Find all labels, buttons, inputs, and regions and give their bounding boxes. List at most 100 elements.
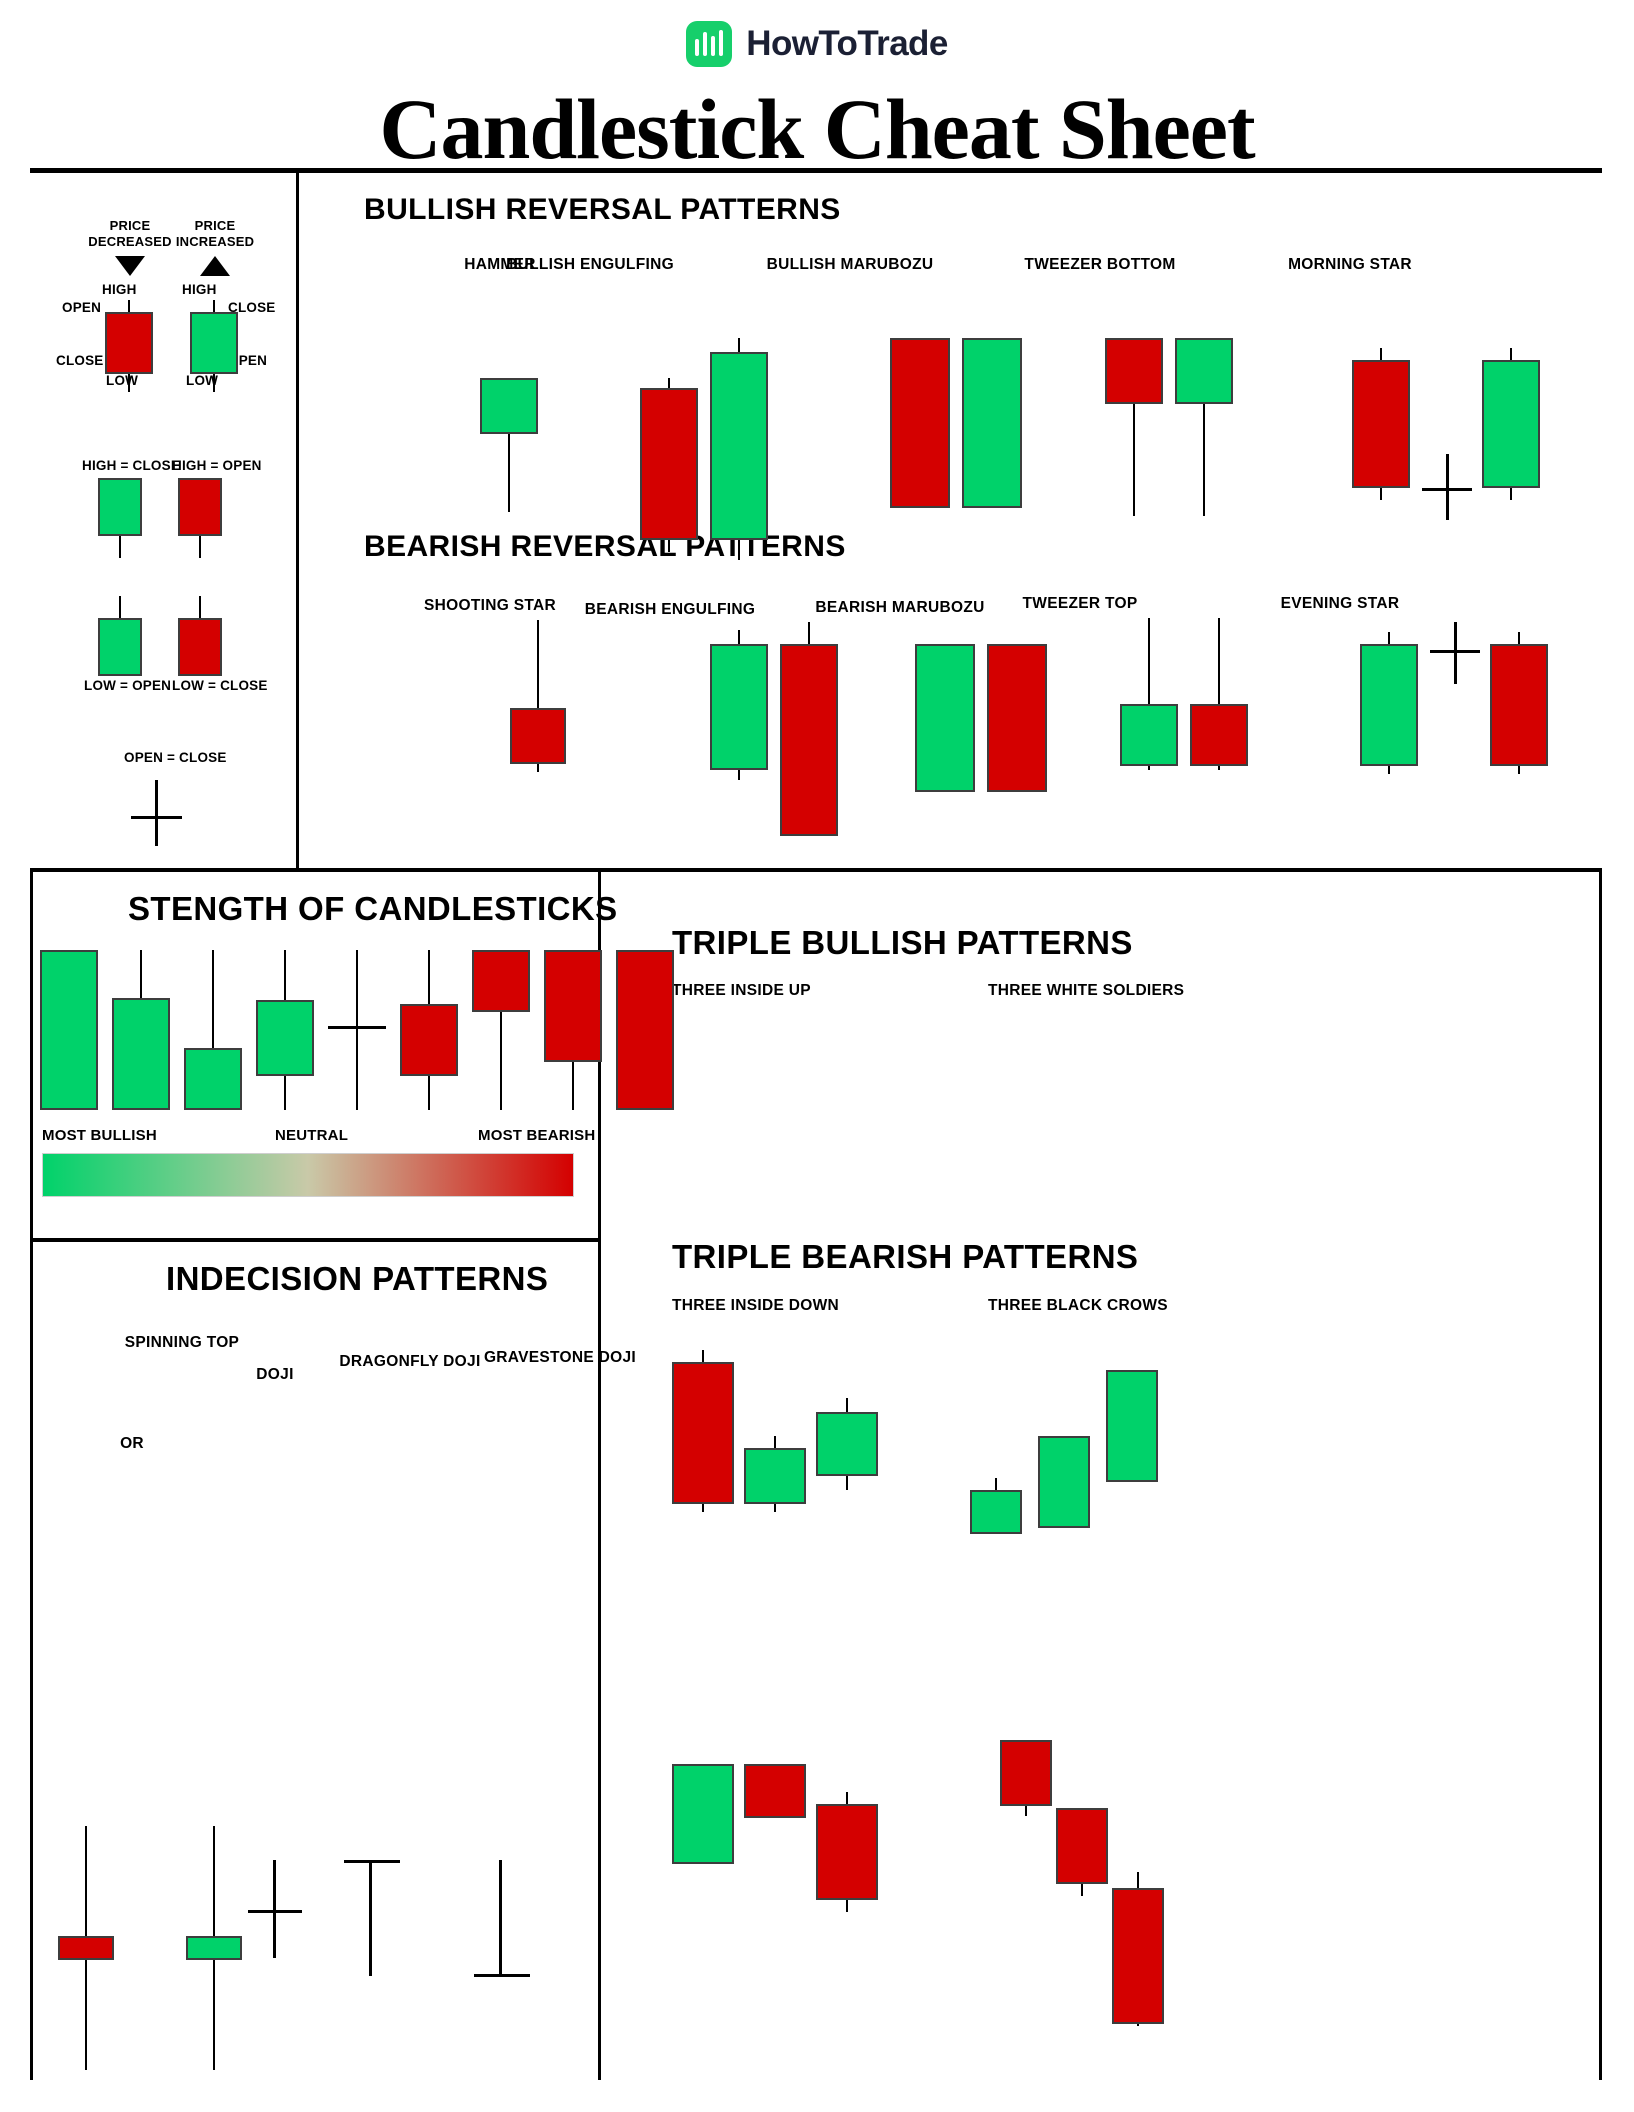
section-title-bullish-reversal: BULLISH REVERSAL PATTERNS bbox=[364, 193, 841, 226]
candle-body-bullish bbox=[915, 644, 975, 792]
section-title-bearish-reversal: BEARISH REVERSAL PATTERNS bbox=[364, 530, 846, 563]
candle-body-bearish bbox=[544, 950, 602, 1062]
doji-cross-horizontal bbox=[344, 1860, 400, 1863]
legend-low-eq-close: LOW = CLOSE bbox=[172, 678, 268, 693]
candle-body-bearish bbox=[890, 338, 950, 508]
doji-cross-vertical bbox=[273, 1860, 276, 1958]
pattern-label-three-inside-down: THREE INSIDE DOWN bbox=[672, 1297, 839, 1314]
candle-body-bearish bbox=[1000, 1740, 1052, 1806]
pattern-label-morning-star: MORNING STAR bbox=[1288, 256, 1412, 273]
candle-body-bullish bbox=[1175, 338, 1233, 404]
candle-body-bullish bbox=[1120, 704, 1178, 766]
frame-right-edge bbox=[1599, 872, 1602, 2080]
candle-body-bullish bbox=[744, 1448, 806, 1504]
brand-name: HowToTrade bbox=[746, 24, 948, 63]
candle-body-bullish bbox=[184, 1048, 242, 1110]
candle-body-bullish bbox=[98, 478, 142, 536]
pattern-label-three-white-soldiers: THREE WHITE SOLDIERS bbox=[988, 982, 1185, 999]
candle-body-bearish bbox=[1112, 1888, 1164, 2024]
candle-body-bullish bbox=[672, 1764, 734, 1864]
candle-body-bullish bbox=[480, 378, 538, 434]
legend-bull-high: HIGH bbox=[182, 282, 217, 297]
candle-body-bearish bbox=[816, 1804, 878, 1900]
candle-body-bullish bbox=[1038, 1436, 1090, 1528]
doji-cross-horizontal bbox=[1430, 650, 1480, 653]
candle-body-bearish bbox=[178, 478, 222, 536]
pattern-label-three-black-crows: THREE BLACK CROWS bbox=[988, 1297, 1168, 1314]
legend-high-eq-open: HIGH = OPEN bbox=[172, 458, 262, 473]
legend-low-eq-open: LOW = OPEN bbox=[84, 678, 172, 693]
section-title-triple-bullish: TRIPLE BULLISH PATTERNS bbox=[672, 924, 1133, 961]
doji-cross-vertical bbox=[369, 1860, 372, 1976]
candle-wick bbox=[356, 950, 358, 1110]
legend-pd-line1: PRICE bbox=[109, 218, 151, 233]
doji-cross-vertical bbox=[155, 780, 158, 846]
pattern-label-spinning-top: SPINNING TOP bbox=[124, 1334, 240, 1351]
candle-body-bearish bbox=[58, 1936, 114, 1960]
divider-left-column bbox=[296, 173, 299, 871]
doji-cross-vertical bbox=[1446, 454, 1449, 520]
candle-body-bearish bbox=[1190, 704, 1248, 766]
candle-body-bullish bbox=[1360, 644, 1418, 766]
triangle-down-icon bbox=[115, 256, 145, 276]
doji-cross-horizontal bbox=[248, 1910, 302, 1913]
legend-bear-high: HIGH bbox=[102, 282, 137, 297]
candle-body-bullish bbox=[98, 618, 142, 676]
triangle-up-icon bbox=[200, 256, 230, 276]
candle-body-bearish bbox=[1056, 1808, 1108, 1884]
doji-cross-vertical bbox=[499, 1860, 502, 1976]
candle-body-bearish bbox=[1352, 360, 1410, 488]
candle-body-bullish bbox=[970, 1490, 1022, 1534]
candle-body-bullish bbox=[816, 1412, 878, 1476]
scale-label-neutral: NEUTRAL bbox=[275, 1127, 349, 1144]
pattern-label-or: OR bbox=[120, 1435, 144, 1452]
legend-pi-line1: PRICE bbox=[194, 218, 236, 233]
candle-body-bullish bbox=[962, 338, 1022, 508]
legend-pi-line2: INCREASED bbox=[175, 234, 255, 250]
legend-open-eq-close: OPEN = CLOSE bbox=[124, 750, 227, 765]
section-title-triple-bearish: TRIPLE BEARISH PATTERNS bbox=[672, 1238, 1139, 1275]
candle-body-bearish bbox=[640, 388, 698, 540]
pattern-label-gravestone-doji: GRAVESTONE DOJI bbox=[483, 1349, 637, 1366]
candle-body-bearish bbox=[105, 312, 153, 374]
doji-cross-vertical bbox=[1454, 622, 1457, 684]
candle-body-bullish bbox=[112, 998, 170, 1110]
pattern-label-evening-star: EVENING STAR bbox=[1280, 595, 1400, 612]
legend-bear-low: LOW bbox=[106, 373, 139, 388]
candle-body-bearish bbox=[780, 644, 838, 836]
candle-body-bearish bbox=[472, 950, 530, 1012]
frame-left-edge bbox=[30, 872, 33, 2080]
candle-body-bearish bbox=[672, 1362, 734, 1504]
candle-doji-bar bbox=[328, 1026, 386, 1029]
candle-body-bullish bbox=[256, 1000, 314, 1076]
pattern-label-three-inside-up: THREE INSIDE UP bbox=[672, 982, 811, 999]
candle-body-bearish bbox=[616, 950, 674, 1110]
legend-bear-open: OPEN bbox=[62, 300, 102, 315]
legend-bear-close: CLOSE bbox=[56, 353, 104, 368]
legend-price-increased: PRICE INCREASED bbox=[155, 218, 275, 251]
header-divider bbox=[30, 168, 1602, 173]
candle-body-bearish bbox=[510, 708, 566, 764]
candle-body-bullish bbox=[186, 1936, 242, 1960]
strength-gradient-bar bbox=[42, 1153, 574, 1197]
section-title-strength: STENGTH OF CANDLESTICKS bbox=[128, 890, 618, 927]
candle-body-bearish bbox=[744, 1764, 806, 1818]
candle-body-bullish bbox=[1482, 360, 1540, 488]
brand-header: HowToTrade bbox=[0, 0, 1634, 70]
candle-body-bullish bbox=[190, 312, 238, 374]
candle-body-bullish bbox=[1106, 1370, 1158, 1482]
divider-strength-indecision bbox=[30, 1238, 600, 1242]
scale-label-most-bullish: MOST BULLISH bbox=[42, 1127, 157, 1144]
candle-body-bearish bbox=[1490, 644, 1548, 766]
scale-label-most-bearish: MOST BEARISH bbox=[478, 1127, 596, 1144]
divider-mid-horizontal bbox=[30, 868, 1602, 872]
candle-body-bearish bbox=[400, 1004, 458, 1076]
candle-body-bearish bbox=[987, 644, 1047, 792]
candle-body-bearish bbox=[178, 618, 222, 676]
page-title: Candlestick Cheat Sheet bbox=[379, 81, 1255, 177]
candle-body-bullish bbox=[710, 644, 768, 770]
candle-body-bullish bbox=[40, 950, 98, 1110]
doji-cross-horizontal bbox=[131, 816, 182, 819]
candle-body-bearish bbox=[1105, 338, 1163, 404]
doji-cross-horizontal bbox=[1422, 488, 1472, 491]
